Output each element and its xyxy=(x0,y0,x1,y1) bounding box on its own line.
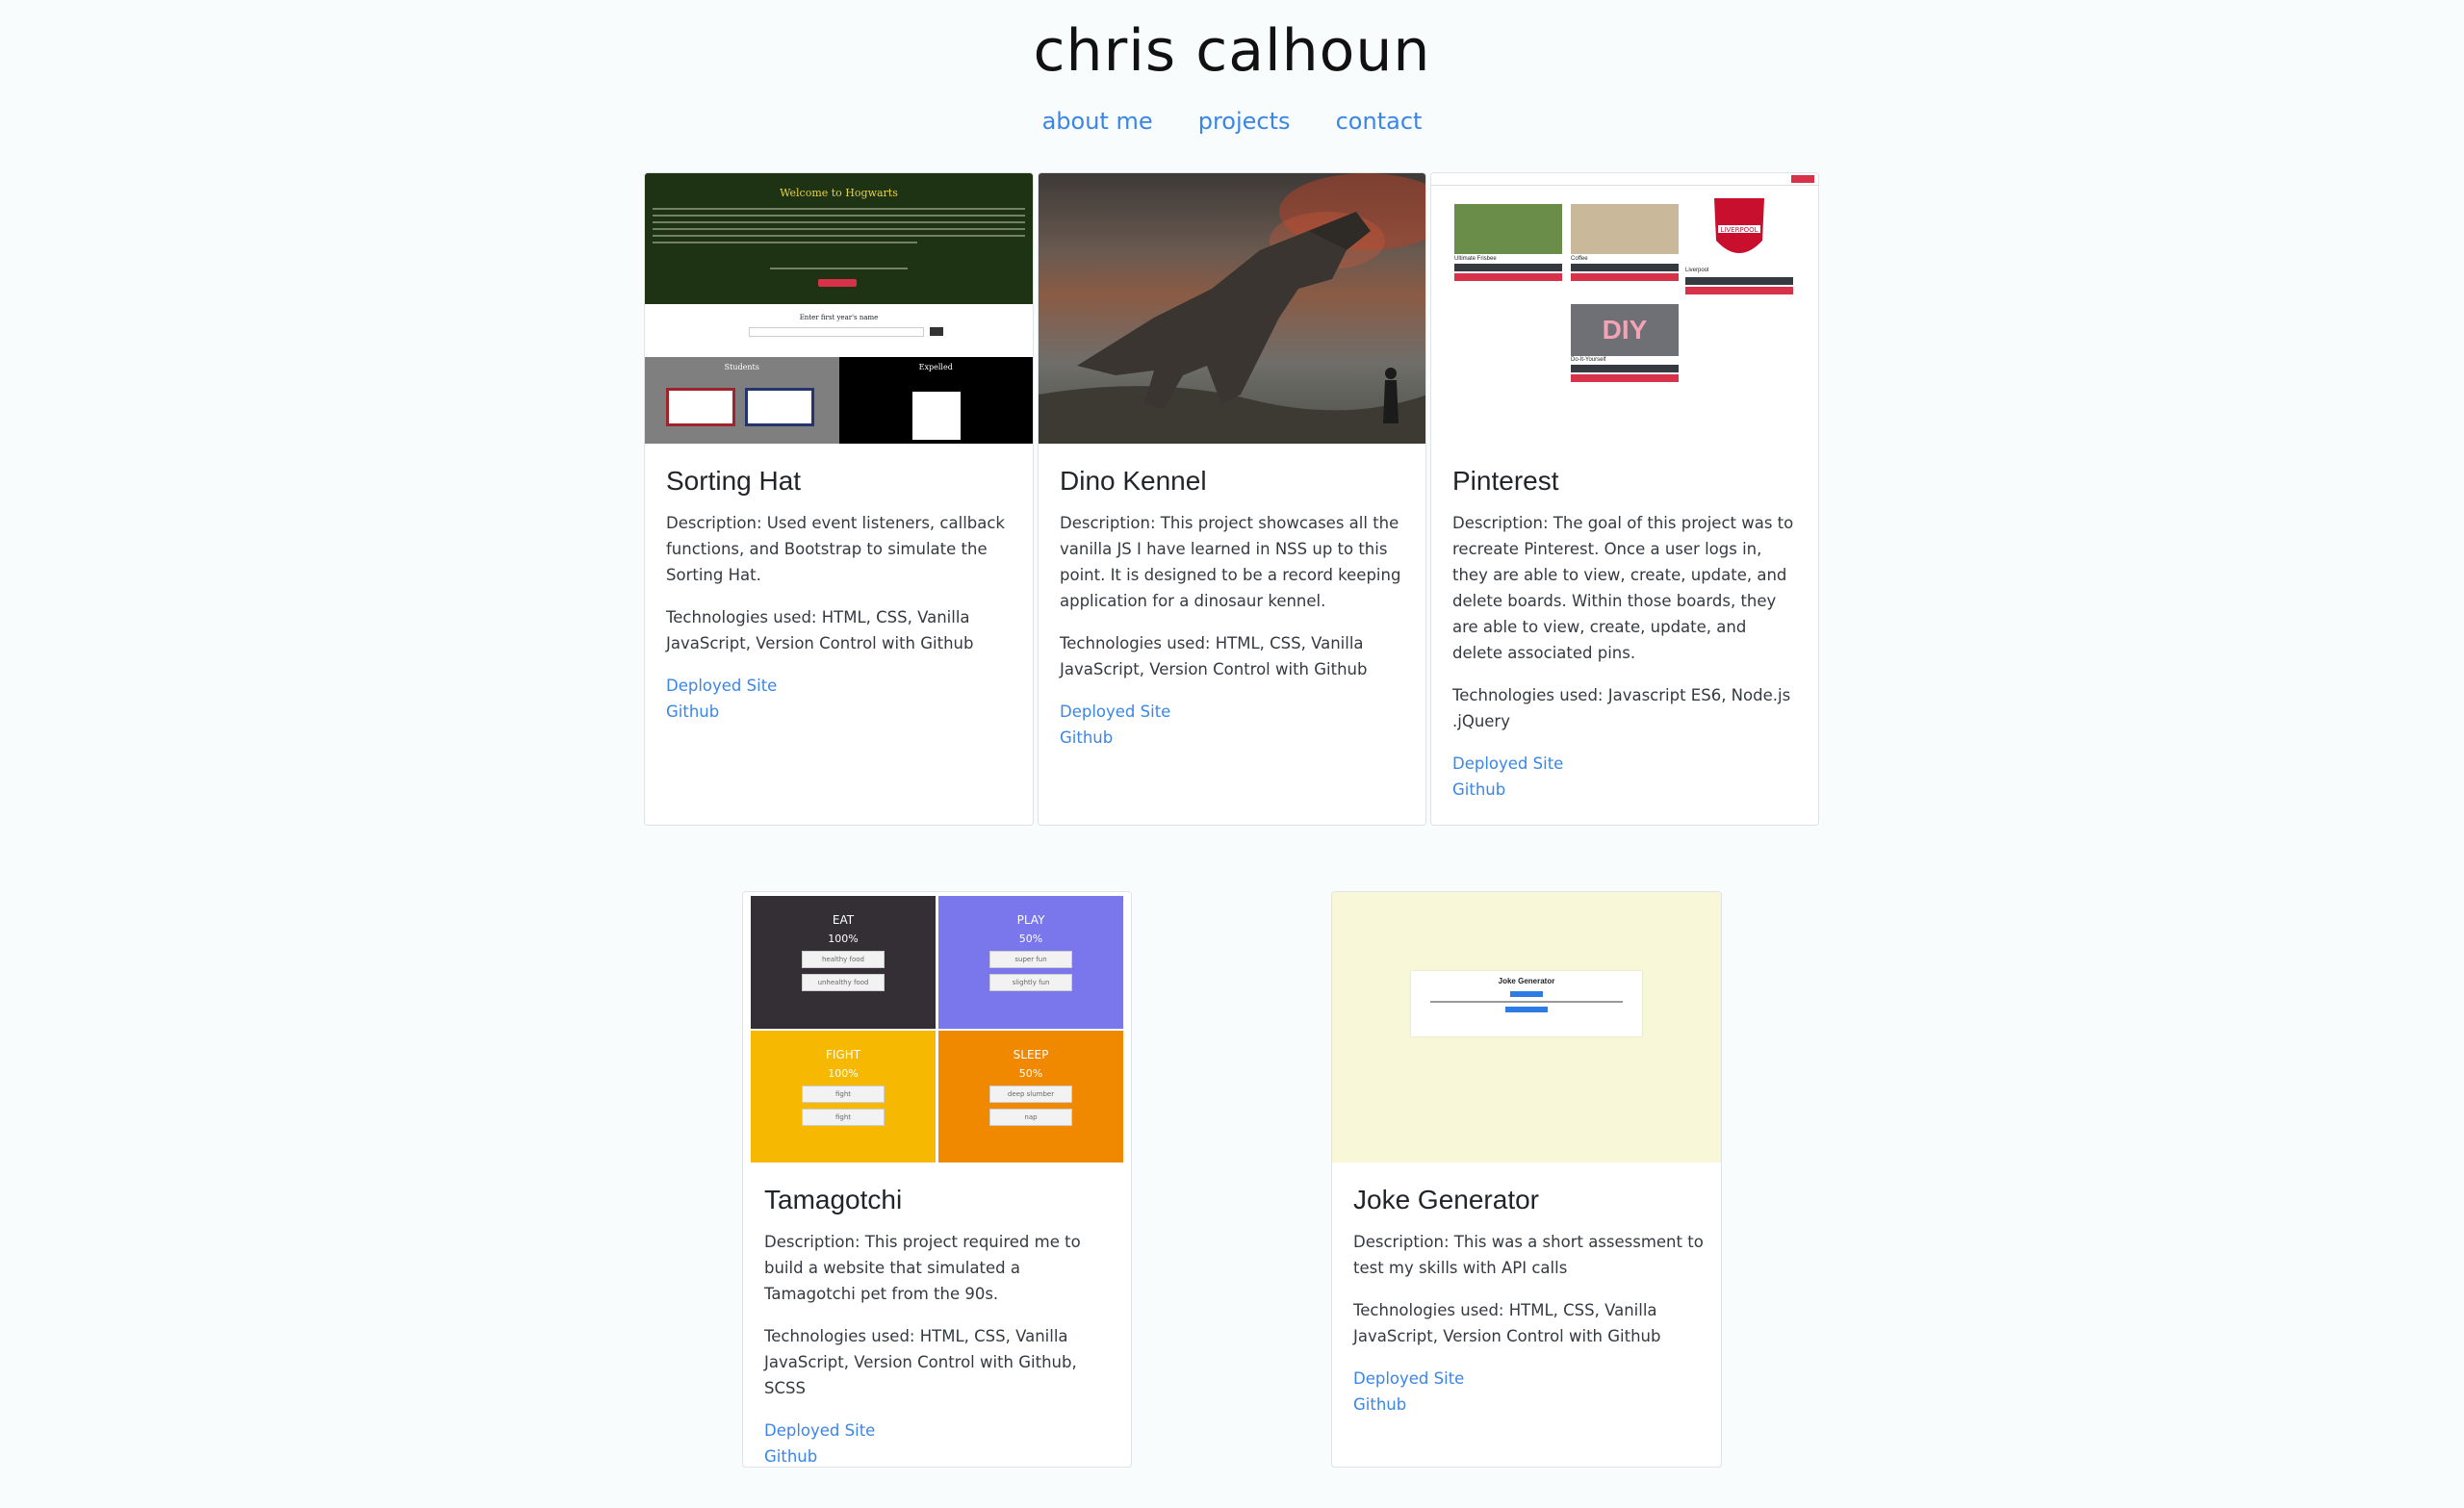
quadrant-button: slightly fun xyxy=(989,974,1072,991)
quadrant-button: nap xyxy=(989,1109,1072,1126)
project-technologies: Technologies used: HTML, CSS, Vanilla Ja… xyxy=(666,608,974,652)
quadrant-button: deep slumber xyxy=(989,1086,1072,1103)
nav-contact[interactable]: contact xyxy=(1336,108,1423,135)
project-description: Description: Used event listeners, callb… xyxy=(666,514,1005,584)
sorting-hat-left-label: Students xyxy=(724,363,759,371)
joke-thumb-heading: Joke Generator xyxy=(1498,977,1555,985)
pin-board-label: Do-It-Yourself xyxy=(1571,357,1606,363)
project-description: Description: This project required me to… xyxy=(764,1233,1081,1303)
site-title: chris calhoun xyxy=(1033,17,1431,85)
github-link[interactable]: Github xyxy=(666,699,1015,725)
diy-thumb-text: DIY xyxy=(1571,304,1679,356)
deployed-site-link[interactable]: Deployed Site xyxy=(1060,699,1408,725)
project-description: Description: This project showcases all … xyxy=(1060,514,1401,610)
project-title: Joke Generator xyxy=(1353,1185,1539,1214)
project-description: Description: The goal of this project wa… xyxy=(1452,514,1794,662)
quadrant-button: unhealthy food xyxy=(802,974,885,991)
sorting-hat-form-label: Enter first year's name xyxy=(799,314,879,321)
main-nav: about me projects contact xyxy=(0,108,2464,135)
liverpool-crest-icon: LIVERPOOL xyxy=(1714,198,1764,253)
sorting-hat-right-label: Expelled xyxy=(918,363,953,371)
tamagotchi-quadrant-sleep: SLEEP 50% deep slumber nap xyxy=(938,1031,1123,1163)
quadrant-percent: 50% xyxy=(1018,1067,1043,1080)
tamagotchi-quadrant-play: PLAY 50% super fun slightly fun xyxy=(938,896,1123,1029)
quadrant-label: PLAY xyxy=(1016,913,1045,927)
quadrant-button: fight xyxy=(802,1109,885,1126)
dinosaur-image xyxy=(1039,173,1425,444)
deployed-site-link[interactable]: Deployed Site xyxy=(1353,1366,1704,1392)
project-card-joke-generator: Joke Generator Joke Generator Descriptio… xyxy=(1331,891,1722,1468)
dino-kennel-image xyxy=(1039,173,1425,444)
project-technologies: Technologies used: HTML, CSS, Vanilla Ja… xyxy=(1353,1301,1661,1345)
pinterest-screenshot: LIVERPOOL Ultimate Frisbee Coffee Liverp… xyxy=(1431,173,1818,444)
quadrant-button: healthy food xyxy=(802,951,885,968)
project-card-dino-kennel: Dino Kennel Description: This project sh… xyxy=(1038,172,1426,826)
project-technologies: Technologies used: HTML, CSS, Vanilla Ja… xyxy=(764,1327,1077,1397)
liverpool-badge-text: LIVERPOOL xyxy=(1720,226,1758,234)
deployed-site-link[interactable]: Deployed Site xyxy=(764,1418,1114,1444)
tamagotchi-quadrant-eat: EAT 100% healthy food unhealthy food xyxy=(751,896,936,1029)
quadrant-percent: 100% xyxy=(828,1067,859,1080)
project-card-sorting-hat: Welcome to Hogwarts Enter first year's n… xyxy=(644,172,1034,826)
quadrant-label: FIGHT xyxy=(825,1048,861,1061)
project-title: Sorting Hat xyxy=(666,466,802,496)
quadrant-button: super fun xyxy=(989,951,1072,968)
project-description: Description: This was a short assessment… xyxy=(1353,1233,1704,1277)
project-title: Tamagotchi xyxy=(764,1185,903,1214)
quadrant-label: SLEEP xyxy=(1013,1048,1049,1061)
quadrant-label: EAT xyxy=(832,913,855,927)
deployed-site-link[interactable]: Deployed Site xyxy=(1452,751,1801,777)
deployed-site-link[interactable]: Deployed Site xyxy=(666,673,1015,699)
project-card-pinterest: LIVERPOOL Ultimate Frisbee Coffee Liverp… xyxy=(1430,172,1819,826)
project-technologies: Technologies used: Javascript ES6, Node.… xyxy=(1452,686,1791,730)
project-title: Dino Kennel xyxy=(1060,466,1207,496)
github-link[interactable]: Github xyxy=(1060,725,1408,751)
nav-about-me[interactable]: about me xyxy=(1042,108,1153,135)
project-title: Pinterest xyxy=(1452,466,1559,496)
project-card-tamagotchi: EAT 100% healthy food unhealthy food PLA… xyxy=(742,891,1132,1468)
quadrant-percent: 50% xyxy=(1018,933,1043,945)
quadrant-button: fight xyxy=(802,1086,885,1103)
github-link[interactable]: Github xyxy=(1353,1392,1704,1418)
pin-board-label: Liverpool xyxy=(1685,268,1709,273)
joke-generator-screenshot: Joke Generator xyxy=(1332,892,1721,1163)
quadrant-percent: 100% xyxy=(828,933,859,945)
nav-projects[interactable]: projects xyxy=(1198,108,1291,135)
project-technologies: Technologies used: HTML, CSS, Vanilla Ja… xyxy=(1060,634,1368,678)
sorting-hat-screenshot: Welcome to Hogwarts Enter first year's n… xyxy=(645,173,1033,444)
pin-board-label: Coffee xyxy=(1571,256,1588,262)
tamagotchi-screenshot: EAT 100% healthy food unhealthy food PLA… xyxy=(743,892,1131,1163)
github-link[interactable]: Github xyxy=(1452,777,1801,803)
sorting-hat-thumb-title: Welcome to Hogwarts xyxy=(780,187,898,199)
tamagotchi-quadrant-fight: FIGHT 100% fight fight xyxy=(751,1031,936,1163)
github-link[interactable]: Github xyxy=(764,1444,1114,1467)
pin-board-label: Ultimate Frisbee xyxy=(1454,256,1497,262)
